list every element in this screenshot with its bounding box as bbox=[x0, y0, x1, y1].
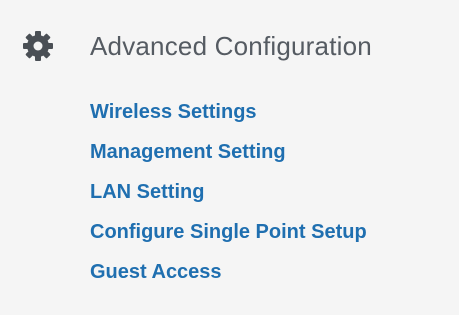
lan-setting-link[interactable]: LAN Setting bbox=[90, 172, 367, 212]
section-title: Advanced Configuration bbox=[90, 30, 372, 61]
advanced-configuration-panel: Advanced Configuration Wireless Settings… bbox=[0, 0, 459, 315]
config-links-list: Wireless Settings Management Setting LAN… bbox=[90, 98, 367, 292]
section-header: Advanced Configuration bbox=[22, 26, 372, 66]
guest-access-link[interactable]: Guest Access bbox=[90, 252, 367, 292]
gear-icon bbox=[22, 30, 54, 62]
wireless-settings-link[interactable]: Wireless Settings bbox=[90, 92, 367, 132]
configure-single-point-setup-link[interactable]: Configure Single Point Setup bbox=[90, 212, 367, 252]
management-setting-link[interactable]: Management Setting bbox=[90, 132, 367, 172]
